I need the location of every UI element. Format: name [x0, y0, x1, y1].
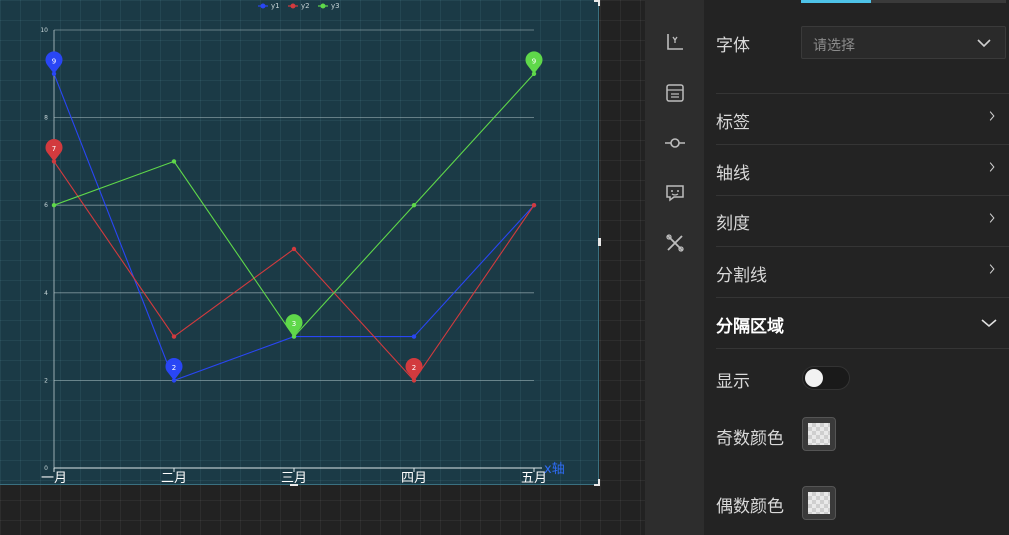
odd-color-picker[interactable]	[802, 417, 836, 451]
chevron-right-icon	[989, 213, 995, 223]
resize-handle-right[interactable]	[598, 238, 601, 246]
data-point-y2	[291, 246, 297, 252]
chevron-down-icon	[977, 39, 991, 48]
odd-color-label: 奇数颜色	[716, 429, 784, 449]
data-list-icon[interactable]	[663, 81, 687, 105]
data-point-y3	[51, 203, 57, 208]
legend-label: y2	[301, 2, 310, 10]
line-chart-component[interactable]: 0 2 4 6 8 10 一月 二月 三月 四月 五月 x轴 y1 y2 y3 9 2 7 2 3 9	[0, 0, 599, 486]
font-label: 字体	[716, 36, 750, 56]
chevron-down-icon	[981, 319, 997, 328]
transparent-swatch	[808, 492, 830, 514]
section-labels[interactable]: 标签	[704, 94, 1009, 145]
section-label: 刻度	[716, 214, 750, 234]
node-icon[interactable]	[663, 131, 687, 155]
chevron-right-icon	[989, 111, 995, 121]
chevron-right-icon	[989, 162, 995, 172]
show-toggle[interactable]	[802, 366, 850, 390]
chevron-right-icon	[989, 264, 995, 274]
marker-label: 9	[532, 57, 536, 65]
marker-label: 9	[52, 57, 56, 65]
section-split-area[interactable]: 分隔区域	[704, 298, 1009, 349]
x-axis-name: x轴	[544, 462, 565, 477]
legend-label: y1	[271, 2, 280, 10]
data-point-y1	[411, 334, 417, 339]
legend-marker	[290, 3, 296, 9]
axis-icon[interactable]	[663, 30, 687, 54]
y-tick-label: 6	[44, 202, 48, 209]
tools-icon[interactable]	[663, 231, 687, 255]
font-select[interactable]: 请选择	[801, 26, 1006, 59]
section-label: 轴线	[716, 164, 750, 184]
legend-marker	[320, 3, 326, 9]
property-icon-bar	[645, 0, 704, 535]
tooltip-icon[interactable]	[663, 181, 687, 205]
legend-label: y3	[331, 2, 340, 10]
section-axis-line[interactable]: 轴线	[704, 145, 1009, 196]
resize-handle-bottom[interactable]	[290, 484, 298, 486]
marker-label: 2	[412, 364, 416, 372]
legend-marker	[260, 3, 266, 9]
even-color-label: 偶数颜色	[716, 497, 784, 517]
y-tick-label: 2	[44, 377, 48, 384]
resize-handle-bottom-right-v[interactable]	[598, 479, 600, 486]
section-label: 标签	[716, 113, 750, 133]
active-tab-indicator[interactable]	[801, 0, 871, 3]
data-point-y3	[411, 203, 417, 208]
data-point-y3	[171, 159, 177, 164]
y-tick-label: 4	[44, 290, 48, 297]
transparent-swatch	[808, 423, 830, 445]
font-select-placeholder: 请选择	[813, 38, 855, 54]
data-point-y2	[171, 334, 177, 339]
section-label-expanded: 分隔区域	[716, 317, 784, 337]
marker-label: 3	[292, 320, 296, 328]
show-label: 显示	[716, 372, 750, 392]
section-ticks[interactable]: 刻度	[704, 196, 1009, 247]
line-chart: 0246810一月 二月 三月 四月 五月x轴y1 y2 y3927239	[40, 2, 565, 486]
data-point-y2	[531, 203, 537, 208]
x-tick-label: 二月	[161, 471, 187, 486]
series-line-y2	[53, 161, 535, 382]
x-tick-label: 一月	[41, 471, 67, 486]
marker-label: 7	[52, 145, 56, 153]
resize-handle-top-right-v[interactable]	[598, 0, 600, 6]
inactive-tab-indicator[interactable]	[871, 0, 1006, 3]
canvas-workspace[interactable]: 0 2 4 6 8 10 一月 二月 三月 四月 五月 x轴 y1 y2 y3 9 2 7 2 3 9	[0, 0, 645, 535]
y-tick-label: 10	[40, 27, 48, 34]
properties-panel: 字体 请选择 标签 轴线 刻度 分割线 分隔区域 显示 奇数颜色 偶数颜色	[704, 0, 1009, 535]
marker-label: 2	[172, 364, 176, 372]
section-split-line[interactable]: 分割线	[704, 247, 1009, 298]
section-label: 分割线	[716, 266, 767, 286]
y-tick-label: 8	[44, 115, 48, 122]
x-tick-label: 四月	[401, 471, 427, 486]
even-color-picker[interactable]	[802, 486, 836, 520]
divider	[716, 348, 1009, 349]
toggle-knob	[805, 369, 823, 387]
